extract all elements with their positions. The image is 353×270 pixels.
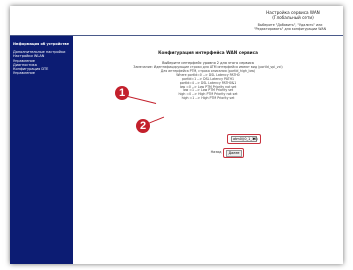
sidebar-item-device-info[interactable]: Информация об устройстве [10, 42, 73, 46]
page-title: Конфигурация интерфейса WAN сервиса [158, 50, 258, 55]
step-marker-2: 2 [136, 119, 150, 133]
sidebar: Информация об устройстве Дополнительные … [10, 36, 73, 264]
screenshot-frame: Настройка сервиса WAN (Глобальный сети) … [10, 6, 343, 264]
back-button[interactable]: Назад [209, 149, 223, 156]
description-line: high =1 --> High PTM Priority set [181, 96, 235, 101]
chevron-down-icon: ▼ [252, 137, 255, 141]
header: Настройка сервиса WAN (Глобальный сети) … [10, 6, 343, 35]
header-note: Выберите "Добавить", "Удалить" или "Реда… [253, 23, 327, 31]
interface-description: Замечание: Идентифицирующие строки для A… [133, 65, 283, 101]
main-content: Конфигурация интерфейса WAN сервиса Выбе… [73, 36, 343, 264]
sidebar-item-control[interactable]: Управление [10, 71, 73, 75]
next-button[interactable]: Далее [226, 150, 242, 157]
step-marker-1: 1 [115, 86, 129, 100]
header-title: Настройка сервиса WAN (Глобальный сети) [266, 10, 320, 20]
select-highlight: atm0/(0_1_35) ▼ [227, 134, 261, 144]
interface-select[interactable]: atm0/(0_1_35) ▼ [231, 136, 258, 142]
next-highlight: Далее [223, 148, 244, 158]
sidebar-menu: Дополнительные настройки Настройки WLAN … [10, 50, 73, 75]
